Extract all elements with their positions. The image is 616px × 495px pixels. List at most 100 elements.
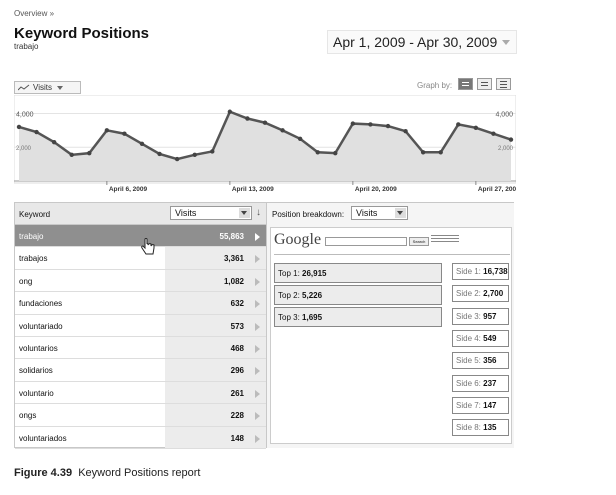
data-point	[174, 156, 180, 162]
search-results-page-mockup: Google Search Top 1: 26,915 Top 2: 5,226 T…	[270, 227, 512, 444]
y-tick-label: 4,000	[495, 111, 513, 118]
expand-arrow-icon[interactable]	[255, 434, 260, 443]
data-point	[508, 137, 514, 142]
keyword-cell[interactable]: trabajos	[19, 254, 47, 263]
graph-by-day-button[interactable]	[458, 78, 473, 90]
position-breakdown-dropdown[interactable]: Visits	[351, 206, 408, 220]
search-box-mockup	[325, 237, 407, 246]
position-label: Side 7:	[456, 400, 481, 410]
y-tick-label: 4,000	[16, 111, 34, 118]
side-position-box[interactable]: Side 1: 16,738	[452, 263, 509, 280]
data-point	[403, 128, 408, 134]
table-row[interactable]: ong 1,082	[15, 269, 266, 293]
position-value: 237	[483, 378, 497, 388]
position-value: 26,915	[302, 268, 327, 278]
data-point	[69, 152, 74, 158]
sort-descending-icon[interactable]: ↓	[256, 207, 261, 218]
data-point	[245, 116, 250, 121]
page-subtitle: trabajo	[14, 42, 39, 51]
x-tick-label: April 27, 2009	[478, 186, 516, 193]
table-row[interactable]: ongs 228	[15, 404, 266, 427]
top-position-box[interactable]: Top 3: 1,695	[274, 307, 442, 327]
figure-caption: Figure 4.39 Keyword Positions report	[14, 467, 200, 479]
position-value: 135	[483, 423, 497, 433]
keyword-cell[interactable]: voluntarios	[19, 344, 58, 353]
graph-by-week-button[interactable]	[477, 78, 492, 90]
keyword-positions-table: Keyword Visits ↓ trabajo 55,863 trabajos 3,…	[14, 202, 514, 449]
visits-cell: 632	[165, 292, 266, 314]
graph-metric-dropdown[interactable]: Visits	[14, 81, 81, 94]
table-row[interactable]: voluntariado 573	[15, 314, 266, 337]
table-row[interactable]: voluntarios 468	[15, 337, 266, 360]
side-position-box[interactable]: Side 3: 957	[452, 307, 509, 325]
table-metric-label: Visits	[175, 208, 197, 218]
data-point	[16, 124, 22, 130]
data-point	[210, 149, 215, 154]
data-point	[333, 150, 338, 156]
position-breakdown-panel: Position breakdown: Visits Google Search…	[266, 203, 514, 448]
side-position-box[interactable]: Side 6: 237	[452, 374, 509, 392]
position-label: Side 8:	[456, 423, 481, 433]
side-position-box[interactable]: Side 4: 549	[452, 329, 509, 347]
table-row[interactable]: solidarios 296	[15, 359, 266, 382]
data-point	[87, 150, 92, 156]
side-position-box[interactable]: Side 2: 2,700	[452, 285, 509, 303]
visits-value: 3,361	[223, 254, 244, 264]
keyword-cell[interactable]: voluntario	[19, 389, 54, 398]
keyword-cell[interactable]: voluntariados	[19, 434, 67, 443]
divider	[274, 254, 510, 255]
date-range-picker[interactable]: Apr 1, 2009 - Apr 30, 2009	[327, 30, 517, 54]
keyword-cell[interactable]: voluntariado	[19, 322, 63, 331]
position-label: Side 2:	[456, 289, 481, 299]
expand-arrow-icon[interactable]	[255, 233, 260, 241]
search-links-mockup	[431, 235, 459, 244]
graph-metric-label: Visits	[33, 83, 52, 92]
chevron-down-icon	[56, 85, 63, 90]
table-row[interactable]: voluntariados 148	[15, 426, 266, 449]
data-point	[157, 151, 162, 157]
expand-arrow-icon[interactable]	[255, 300, 260, 309]
breadcrumb[interactable]: Overview »	[14, 9, 54, 18]
data-point	[122, 131, 127, 136]
expand-arrow-icon[interactable]	[255, 322, 260, 331]
google-logo: Google	[274, 231, 322, 248]
expand-arrow-icon[interactable]	[255, 277, 260, 286]
chevron-down-icon	[502, 40, 510, 45]
expand-arrow-icon[interactable]	[255, 345, 260, 353]
expand-arrow-icon[interactable]	[255, 389, 260, 398]
visits-cell: 55,863	[165, 225, 266, 247]
position-value: 549	[483, 333, 497, 343]
data-point	[315, 150, 320, 155]
side-position-box[interactable]: Side 7: 147	[452, 396, 509, 414]
position-label: Side 1:	[456, 267, 481, 276]
visits-cell: 1,082	[165, 269, 266, 292]
keyword-cell[interactable]: ong	[19, 277, 32, 286]
keyword-cell[interactable]: ongs	[19, 411, 36, 420]
data-point	[34, 129, 39, 135]
y-tick-label: 2,000	[16, 146, 32, 152]
keyword-cell[interactable]: solidarios	[19, 366, 53, 375]
data-point	[192, 152, 197, 158]
side-position-box[interactable]: Side 5: 356	[452, 352, 509, 370]
position-label: Side 6:	[456, 378, 481, 388]
date-range-label: Apr 1, 2009 - Apr 30, 2009	[333, 34, 498, 50]
visits-cell: 228	[165, 404, 266, 426]
table-row[interactable]: fundaciones 632	[15, 292, 266, 315]
data-point	[139, 141, 145, 147]
position-label: Top 1:	[278, 268, 300, 278]
keyword-cell[interactable]: fundaciones	[19, 299, 62, 308]
chevron-down-icon	[239, 208, 250, 218]
table-row[interactable]: voluntario 261	[15, 381, 266, 405]
top-position-box[interactable]: Top 1: 26,915	[274, 263, 442, 283]
position-value: 2,700	[483, 289, 504, 299]
side-position-box[interactable]: Side 8: 135	[452, 419, 509, 437]
graph-by-month-button[interactable]	[496, 78, 511, 90]
expand-arrow-icon[interactable]	[255, 255, 260, 264]
expand-arrow-icon[interactable]	[255, 412, 260, 421]
position-label: Top 3:	[278, 312, 300, 322]
expand-arrow-icon[interactable]	[255, 367, 260, 376]
keyword-cell[interactable]: trabajo	[19, 232, 43, 241]
search-button-mockup: Search	[409, 237, 429, 246]
top-position-box[interactable]: Top 2: 5,226	[274, 285, 442, 305]
table-metric-dropdown[interactable]: Visits	[170, 206, 252, 220]
